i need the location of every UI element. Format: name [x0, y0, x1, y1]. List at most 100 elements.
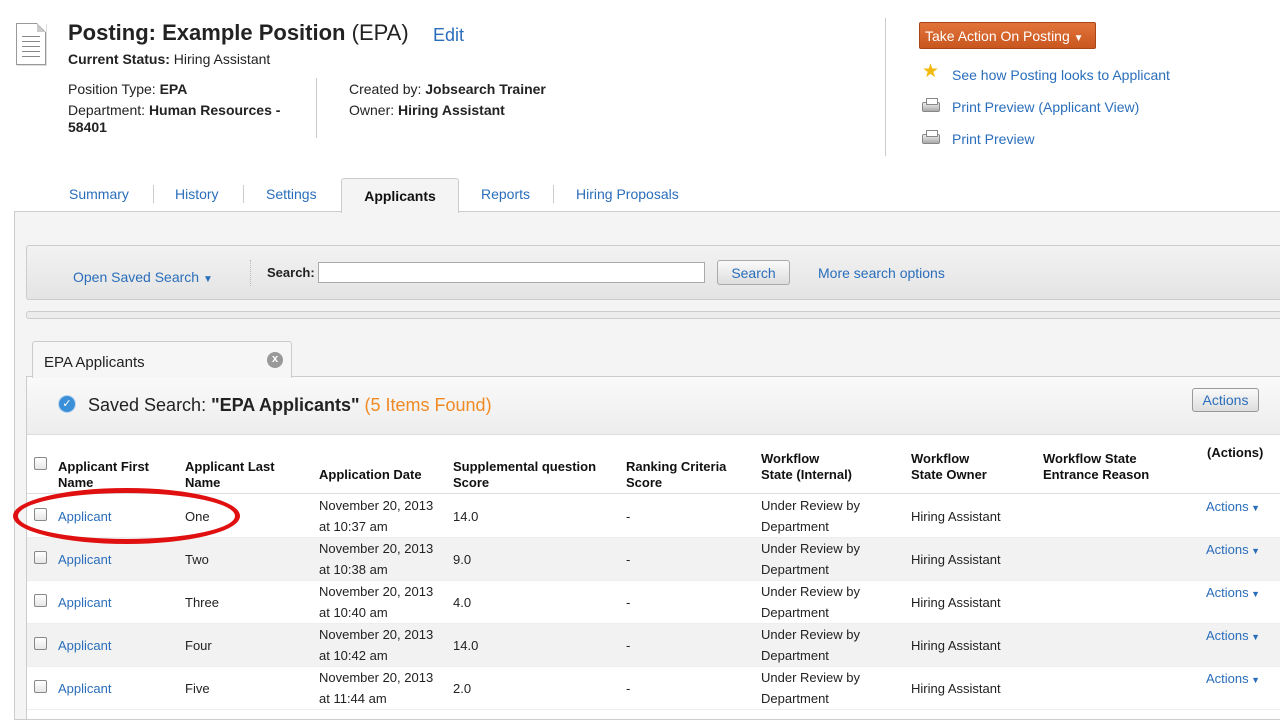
time-line: at 10:40 am	[319, 605, 388, 620]
row-actions-label: Actions	[1206, 628, 1249, 643]
row-actions-dropdown[interactable]: Actions ▼	[1206, 625, 1260, 648]
created-by-value: Jobsearch Trainer	[425, 81, 546, 97]
column-header-entrance-reason[interactable]: Workflow State Entrance Reason	[1043, 451, 1149, 483]
search-button[interactable]: Search	[717, 260, 790, 285]
saved-search-tab-label: EPA Applicants	[44, 354, 145, 371]
star-icon: ★	[922, 61, 940, 82]
more-search-options-link[interactable]: More search options	[818, 265, 945, 281]
row-actions-dropdown[interactable]: Actions ▼	[1206, 668, 1260, 691]
tab-history[interactable]: History	[175, 186, 219, 202]
department-value-line2: 58401	[68, 119, 107, 135]
take-action-button[interactable]: Take Action On Posting ▼	[919, 22, 1096, 49]
row-actions-label: Actions	[1206, 671, 1249, 686]
header-text: Applicant First	[58, 459, 150, 474]
edit-link[interactable]: Edit	[433, 25, 464, 46]
tab-divider	[553, 185, 554, 203]
column-header-ranking-score[interactable]: Ranking Criteria Score	[626, 459, 726, 491]
workflow-owner: Hiring Assistant	[911, 509, 1001, 524]
checkmark-icon: ✓	[59, 396, 75, 412]
see-posting-as-applicant-link[interactable]: See how Posting looks to Applicant	[952, 67, 1170, 83]
saved-search-prefix: Saved Search:	[88, 395, 212, 415]
application-date: November 20, 2013 at 10:42 am	[319, 624, 433, 666]
time-line: at 10:38 am	[319, 562, 388, 577]
column-header-workflow-owner[interactable]: Workflow State Owner	[911, 451, 987, 483]
workflow-state: Under Review by Department	[761, 667, 860, 709]
chevron-down-icon: ▼	[1248, 589, 1261, 599]
tab-hiring-proposals[interactable]: Hiring Proposals	[576, 186, 679, 202]
printer-icon	[922, 98, 940, 112]
applicant-last-name: Five	[185, 681, 210, 696]
workflow-state: Under Review by Department	[761, 495, 860, 537]
title-name: Example Position	[162, 20, 346, 45]
workflow-line: Under Review by	[761, 498, 860, 513]
divider	[250, 260, 251, 286]
row-checkbox[interactable]	[34, 680, 47, 693]
department-value-line1: Human Resources -	[148, 102, 281, 118]
table-row	[27, 624, 1280, 667]
workflow-owner: Hiring Assistant	[911, 681, 1001, 696]
workflow-owner: Hiring Assistant	[911, 552, 1001, 567]
saved-search-name: "EPA Applicants"	[211, 395, 360, 415]
tab-divider	[153, 185, 154, 203]
chevron-down-icon: ▼	[202, 274, 213, 285]
header-text: Workflow	[911, 451, 970, 466]
column-header-first-name[interactable]: Applicant First Name	[58, 459, 149, 491]
workflow-line: Under Review by	[761, 670, 860, 685]
open-saved-search-dropdown[interactable]: Open Saved Search ▼	[73, 269, 213, 285]
select-all-checkbox[interactable]	[34, 457, 47, 470]
header-text: Entrance Reason	[1043, 467, 1150, 482]
applicant-first-name-link[interactable]: Applicant	[58, 549, 111, 570]
status-value: Hiring Assistant	[173, 51, 271, 67]
supplemental-score: 2.0	[453, 681, 472, 696]
column-header-application-date[interactable]: Application Date	[319, 467, 422, 483]
ranking-score: -	[626, 509, 631, 524]
close-icon[interactable]: x	[267, 352, 283, 368]
row-checkbox[interactable]	[34, 637, 47, 650]
workflow-state: Under Review by Department	[761, 624, 860, 666]
applicant-last-name: Two	[185, 552, 209, 567]
row-checkbox[interactable]	[34, 551, 47, 564]
row-checkbox[interactable]	[34, 594, 47, 607]
column-header-last-name[interactable]: Applicant Last Name	[185, 459, 275, 491]
workflow-line: Department	[761, 691, 829, 706]
workflow-line: Department	[761, 605, 829, 620]
header-text: Score	[453, 475, 490, 490]
workflow-state: Under Review by Department	[761, 581, 860, 623]
application-date: November 20, 2013 at 10:37 am	[319, 495, 433, 537]
take-action-label: Take Action On Posting	[925, 28, 1070, 44]
row-actions-label: Actions	[1206, 585, 1249, 600]
row-actions-dropdown[interactable]: Actions ▼	[1206, 539, 1260, 562]
tab-reports[interactable]: Reports	[481, 186, 530, 202]
applicant-first-name-link[interactable]: Applicant	[58, 592, 111, 613]
owner: Owner: Hiring Assistant	[349, 102, 505, 119]
workflow-line: Department	[761, 519, 829, 534]
applicant-first-name-link[interactable]: Applicant	[58, 635, 111, 656]
print-preview-applicant-link[interactable]: Print Preview (Applicant View)	[952, 99, 1139, 115]
title-prefix: Posting:	[68, 20, 163, 45]
date-line: November 20, 2013	[319, 541, 434, 556]
header-text: State Owner	[911, 467, 987, 482]
ranking-score: -	[626, 552, 631, 567]
tab-settings[interactable]: Settings	[266, 186, 317, 202]
time-line: at 11:44 am	[319, 691, 387, 706]
bulk-actions-button[interactable]: Actions	[1192, 388, 1259, 412]
chevron-down-icon: ▼	[1248, 546, 1261, 556]
print-preview-link[interactable]: Print Preview	[952, 131, 1034, 147]
tab-applicants[interactable]: Applicants	[341, 178, 459, 213]
page-title: Posting: Example Position (EPA)	[68, 20, 409, 46]
row-actions-dropdown[interactable]: Actions ▼	[1206, 496, 1260, 519]
date-line: November 20, 2013	[319, 627, 434, 642]
created-by: Created by: Jobsearch Trainer	[349, 81, 546, 98]
applicant-last-name: Four	[185, 638, 212, 653]
tab-summary[interactable]: Summary	[69, 186, 129, 202]
owner-value: Hiring Assistant	[398, 102, 505, 118]
applicant-first-name-link[interactable]: Applicant	[58, 678, 111, 699]
row-actions-dropdown[interactable]: Actions ▼	[1206, 582, 1260, 605]
column-header-workflow-state[interactable]: Workflow State (Internal)	[761, 451, 852, 483]
chevron-down-icon: ▼	[1248, 503, 1261, 513]
header-text: Name	[58, 475, 94, 490]
column-header-supplemental-score[interactable]: Supplemental question Score	[453, 459, 596, 491]
position-type-label: Position Type:	[68, 81, 156, 97]
saved-search-tab[interactable]: EPA Applicants x	[32, 341, 292, 378]
search-input[interactable]	[318, 262, 705, 283]
